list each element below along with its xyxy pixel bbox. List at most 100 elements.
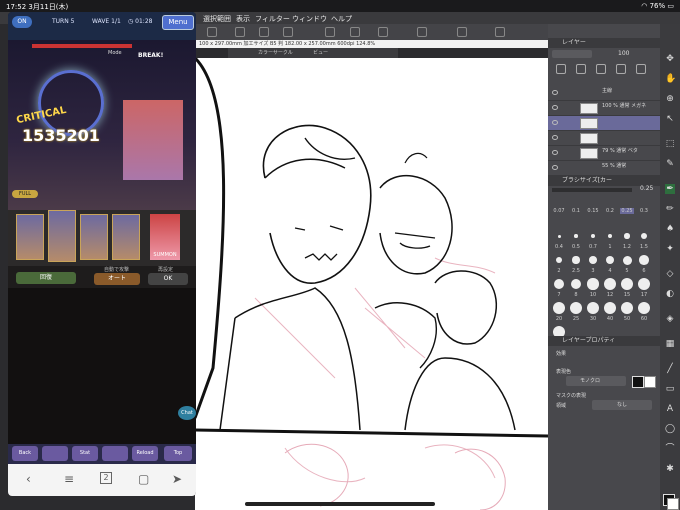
color-swatch-light[interactable] xyxy=(644,376,656,388)
brush-icon[interactable]: ♠ xyxy=(665,224,675,234)
brush-size-dot[interactable] xyxy=(604,302,616,314)
transform-icon[interactable] xyxy=(350,27,360,37)
brush-size-dot[interactable] xyxy=(607,233,613,239)
eye-icon[interactable] xyxy=(552,165,558,170)
undo-icon[interactable] xyxy=(259,27,269,37)
brush-size-option[interactable]: 0.3 xyxy=(637,208,651,214)
ruler-icon[interactable] xyxy=(457,27,467,37)
brush-size-slider[interactable] xyxy=(552,188,632,192)
opacity-value[interactable]: 100 xyxy=(618,50,629,57)
fill-icon[interactable] xyxy=(378,27,388,37)
blend-mode-select[interactable] xyxy=(552,50,592,58)
pen-tool-icon[interactable]: ✒ xyxy=(665,184,675,194)
eye-icon[interactable] xyxy=(552,90,558,95)
back-icon[interactable]: ‹ xyxy=(26,472,31,486)
layer-row[interactable]: 55 % 通常 xyxy=(548,161,660,176)
brush-size-option[interactable]: 0.1 xyxy=(569,208,583,214)
character-card[interactable] xyxy=(80,214,108,260)
heal-button[interactable]: 回復 xyxy=(16,272,76,284)
brush-size-dot[interactable] xyxy=(641,233,647,239)
on-toggle[interactable]: ON xyxy=(12,16,32,28)
airbrush-icon[interactable]: ✦ xyxy=(665,244,675,254)
brush-size-dot[interactable] xyxy=(570,302,582,314)
brush-size-dot[interactable] xyxy=(574,234,578,238)
pencil-icon[interactable]: ✏ xyxy=(665,204,675,214)
folder-icon[interactable] xyxy=(576,64,586,74)
correct-icon[interactable]: ✱ xyxy=(665,464,675,474)
battle-scene[interactable]: Mode BREAK! CRITICAL 1535201 FULL xyxy=(8,40,196,210)
brush-size-dot[interactable] xyxy=(621,302,633,314)
brush-size-dot[interactable] xyxy=(639,255,649,265)
layer-row[interactable]: 100 % 通常 メガネ xyxy=(548,101,660,116)
fill-tool-icon[interactable]: ◈ xyxy=(665,314,675,324)
delete-layer-icon[interactable] xyxy=(636,64,646,74)
brush-size-dot[interactable] xyxy=(605,255,615,265)
new-icon[interactable] xyxy=(207,27,217,37)
brush-size-dot[interactable] xyxy=(555,256,563,264)
text-icon[interactable]: A xyxy=(665,404,675,414)
share-icon[interactable]: ➤ xyxy=(172,472,182,486)
eye-icon[interactable] xyxy=(552,105,558,110)
brush-size-dot[interactable] xyxy=(553,278,565,290)
brush-size-option[interactable]: 0.07 xyxy=(552,208,566,214)
selection-icon[interactable] xyxy=(495,27,505,37)
bookmark-icon[interactable]: ▢ xyxy=(138,472,149,486)
brush-size-option[interactable]: 0.2 xyxy=(603,208,617,214)
brush-size-dot[interactable] xyxy=(604,278,616,290)
menu-item-view[interactable]: 表示 xyxy=(236,14,250,24)
clear-icon[interactable] xyxy=(325,27,335,37)
brush-size-dot[interactable] xyxy=(553,302,565,314)
layer-row[interactable]: 主線 xyxy=(548,86,660,101)
color-mode-select[interactable]: モノクロ xyxy=(566,376,626,386)
reload-button[interactable]: Reload xyxy=(132,446,158,461)
menu-icon[interactable]: ≡ xyxy=(64,472,74,486)
brush-size-dot[interactable] xyxy=(572,256,580,264)
eyedropper-icon[interactable]: ✎ xyxy=(665,159,675,169)
back-button[interactable]: Back xyxy=(12,446,38,461)
tabs-icon[interactable]: 2 xyxy=(100,472,112,484)
line-edit-icon[interactable]: ⌒ xyxy=(665,444,675,454)
brush-size-dot[interactable] xyxy=(587,278,599,290)
sub-color-swatch[interactable] xyxy=(667,498,679,510)
eye-icon[interactable] xyxy=(552,120,558,125)
brush-size-dot[interactable] xyxy=(587,302,599,314)
character-card[interactable] xyxy=(16,214,44,260)
pen-icon[interactable] xyxy=(417,27,427,37)
figure-icon[interactable]: ╱ xyxy=(665,364,675,374)
brush-size-dot[interactable] xyxy=(622,255,632,265)
bottom-menu-item[interactable] xyxy=(42,446,68,461)
eye-icon[interactable] xyxy=(552,135,558,140)
bottom-menu-item[interactable] xyxy=(102,446,128,461)
layer-row-selected[interactable] xyxy=(548,116,660,131)
brush-size-value[interactable]: 0.25 xyxy=(640,185,653,192)
brush-size-dot[interactable] xyxy=(570,278,582,290)
menu-item-window[interactable]: ウィンドウ xyxy=(292,14,327,24)
operation-icon[interactable]: ↖ xyxy=(665,114,675,124)
brush-size-dot[interactable] xyxy=(589,256,597,264)
ok-button[interactable]: OK xyxy=(148,273,188,285)
mask-icon[interactable] xyxy=(596,64,606,74)
brush-size-dot[interactable] xyxy=(638,278,650,290)
brush-size-dot[interactable] xyxy=(557,234,561,238)
new-layer-icon[interactable] xyxy=(556,64,566,74)
tab-view[interactable]: ビュー xyxy=(313,48,328,58)
summon-card[interactable]: SUMMON xyxy=(150,214,180,260)
menu-item-help[interactable]: ヘルプ xyxy=(331,14,352,24)
eraser-icon[interactable]: ◇ xyxy=(665,269,675,279)
top-button[interactable]: Top xyxy=(164,446,192,461)
brush-size-option[interactable]: 0.15 xyxy=(586,208,600,214)
frame-icon[interactable]: ▭ xyxy=(665,384,675,394)
tab-color-circle[interactable]: カラーサークル xyxy=(258,48,293,58)
menu-item-select[interactable]: 選択範囲 xyxy=(203,14,231,24)
balloon-icon[interactable]: ◯ xyxy=(665,424,675,434)
zoom-icon[interactable]: ⊕ xyxy=(665,94,675,104)
menu-item-filter[interactable]: フィルター xyxy=(255,14,290,24)
auto-button[interactable]: オート xyxy=(94,273,140,285)
redo-icon[interactable] xyxy=(283,27,293,37)
layer-row[interactable] xyxy=(548,131,660,146)
save-icon[interactable] xyxy=(235,27,245,37)
gradient-icon[interactable]: ▦ xyxy=(665,339,675,349)
eye-icon[interactable] xyxy=(552,150,558,155)
lock-icon[interactable] xyxy=(616,64,626,74)
move-icon[interactable]: ✥ xyxy=(665,54,675,64)
